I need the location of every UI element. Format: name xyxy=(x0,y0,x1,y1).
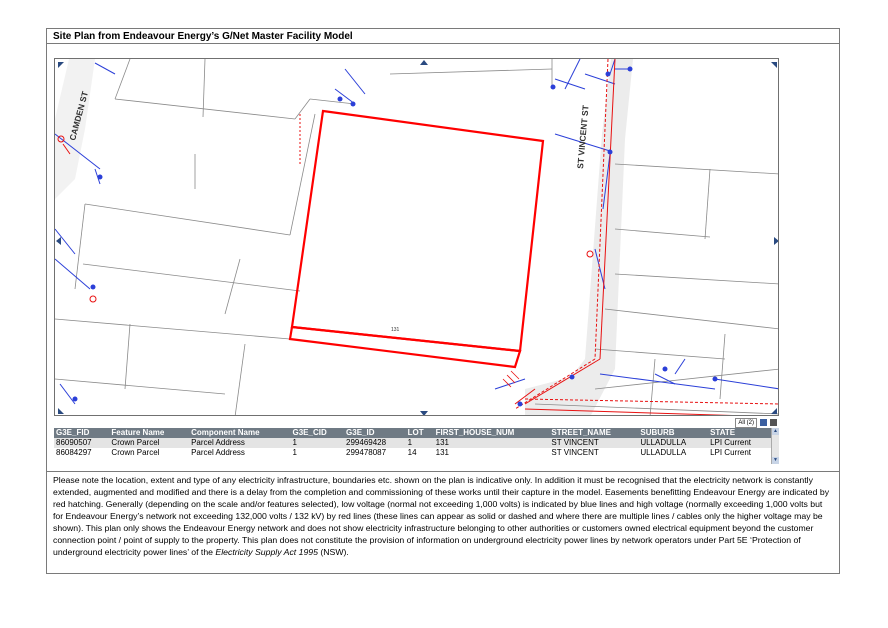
site-map[interactable]: CAMDEN ST ST VINCENT ST 131 xyxy=(54,58,779,416)
save-icon[interactable] xyxy=(760,419,767,426)
table-row[interactable]: 86090507 Crown Parcel Parcel Address 1 2… xyxy=(54,438,771,448)
pan-controls[interactable] xyxy=(56,60,779,416)
column-header[interactable]: LOT xyxy=(405,428,434,438)
page-title: Site Plan from Endeavour Energy’s G/Net … xyxy=(47,29,839,44)
pan-west-icon[interactable] xyxy=(56,237,61,245)
pan-southeast-icon[interactable] xyxy=(771,408,777,414)
table-scrollbar[interactable]: ▲ ▼ xyxy=(771,428,779,464)
attribute-panel: All (2) G3E_FID Feature Name Component N… xyxy=(54,417,779,464)
column-header[interactable]: Feature Name xyxy=(109,428,190,438)
table-cell: 14 xyxy=(405,448,434,458)
pan-southwest-icon[interactable] xyxy=(58,408,64,414)
pan-east-icon[interactable] xyxy=(774,237,779,245)
table-cell: 86090507 xyxy=(54,438,110,448)
parcel-boundaries xyxy=(55,59,778,415)
pan-north-icon[interactable] xyxy=(420,60,428,65)
site-lot-strip[interactable] xyxy=(288,325,522,369)
table-cell: ST VINCENT xyxy=(549,448,639,458)
table-cell: 1 xyxy=(405,438,434,448)
scroll-down-icon[interactable]: ▼ xyxy=(772,457,779,464)
table-cell: LPI Current xyxy=(708,438,771,448)
table-cell: ULLADULLA xyxy=(638,448,709,458)
pan-south-icon[interactable] xyxy=(420,411,428,416)
easement-hatching xyxy=(502,370,520,388)
table-cell: Parcel Address xyxy=(189,438,291,448)
table-row[interactable]: 86084297 Crown Parcel Parcel Address 1 2… xyxy=(54,448,771,458)
table-cell: 1 xyxy=(290,448,345,458)
column-header[interactable]: G3E_FID xyxy=(54,428,110,438)
low-voltage-lines xyxy=(55,59,778,405)
column-header[interactable]: STATE xyxy=(708,428,771,438)
column-header[interactable]: STREET_NAME xyxy=(549,428,639,438)
pan-northwest-icon[interactable] xyxy=(58,62,64,68)
record-filter-select[interactable]: All (2) xyxy=(735,417,757,428)
table-cell: Crown Parcel xyxy=(109,448,190,458)
table-cell: 131 xyxy=(433,448,550,458)
table-cell: 299478087 xyxy=(344,448,406,458)
high-voltage-lines xyxy=(62,59,778,415)
disclaimer-main: Please note the location, extent and typ… xyxy=(53,475,830,557)
disclaimer-text: Please note the location, extent and typ… xyxy=(47,471,839,558)
scroll-up-icon[interactable]: ▲ xyxy=(772,428,779,435)
table-header-row: G3E_FID Feature Name Component Name G3E_… xyxy=(54,428,771,438)
site-number-label: 131 xyxy=(391,327,400,333)
table-cell: ST VINCENT xyxy=(549,438,639,448)
table-cell: 1 xyxy=(290,438,345,448)
column-header[interactable]: FIRST_HOUSE_NUM xyxy=(433,428,550,438)
column-header[interactable]: G3E_ID xyxy=(344,428,406,438)
street-label-st-vincent: ST VINCENT ST xyxy=(575,104,591,169)
table-cell: Parcel Address xyxy=(189,448,291,458)
column-header[interactable]: SUBURB xyxy=(638,428,709,438)
print-icon[interactable] xyxy=(770,419,777,426)
table-cell: ULLADULLA xyxy=(638,438,709,448)
attribute-table: G3E_FID Feature Name Component Name G3E_… xyxy=(54,428,771,458)
table-cell: LPI Current xyxy=(708,448,771,458)
attribute-toolbar: All (2) xyxy=(735,417,777,428)
disclaimer-act: Electricity Supply Act 1995 xyxy=(215,547,318,557)
column-header[interactable]: G3E_CID xyxy=(290,428,345,438)
disclaimer-tail: (NSW). xyxy=(317,547,349,557)
table-cell: 86084297 xyxy=(54,448,110,458)
map-canvas[interactable]: CAMDEN ST ST VINCENT ST 131 xyxy=(55,59,779,416)
table-cell: 299469428 xyxy=(344,438,406,448)
site-plan-panel: Site Plan from Endeavour Energy’s G/Net … xyxy=(46,28,840,574)
site-outline[interactable] xyxy=(290,109,545,353)
pan-northeast-icon[interactable] xyxy=(771,62,777,68)
table-cell: 131 xyxy=(433,438,550,448)
column-header[interactable]: Component Name xyxy=(189,428,291,438)
table-cell: Crown Parcel xyxy=(109,438,190,448)
